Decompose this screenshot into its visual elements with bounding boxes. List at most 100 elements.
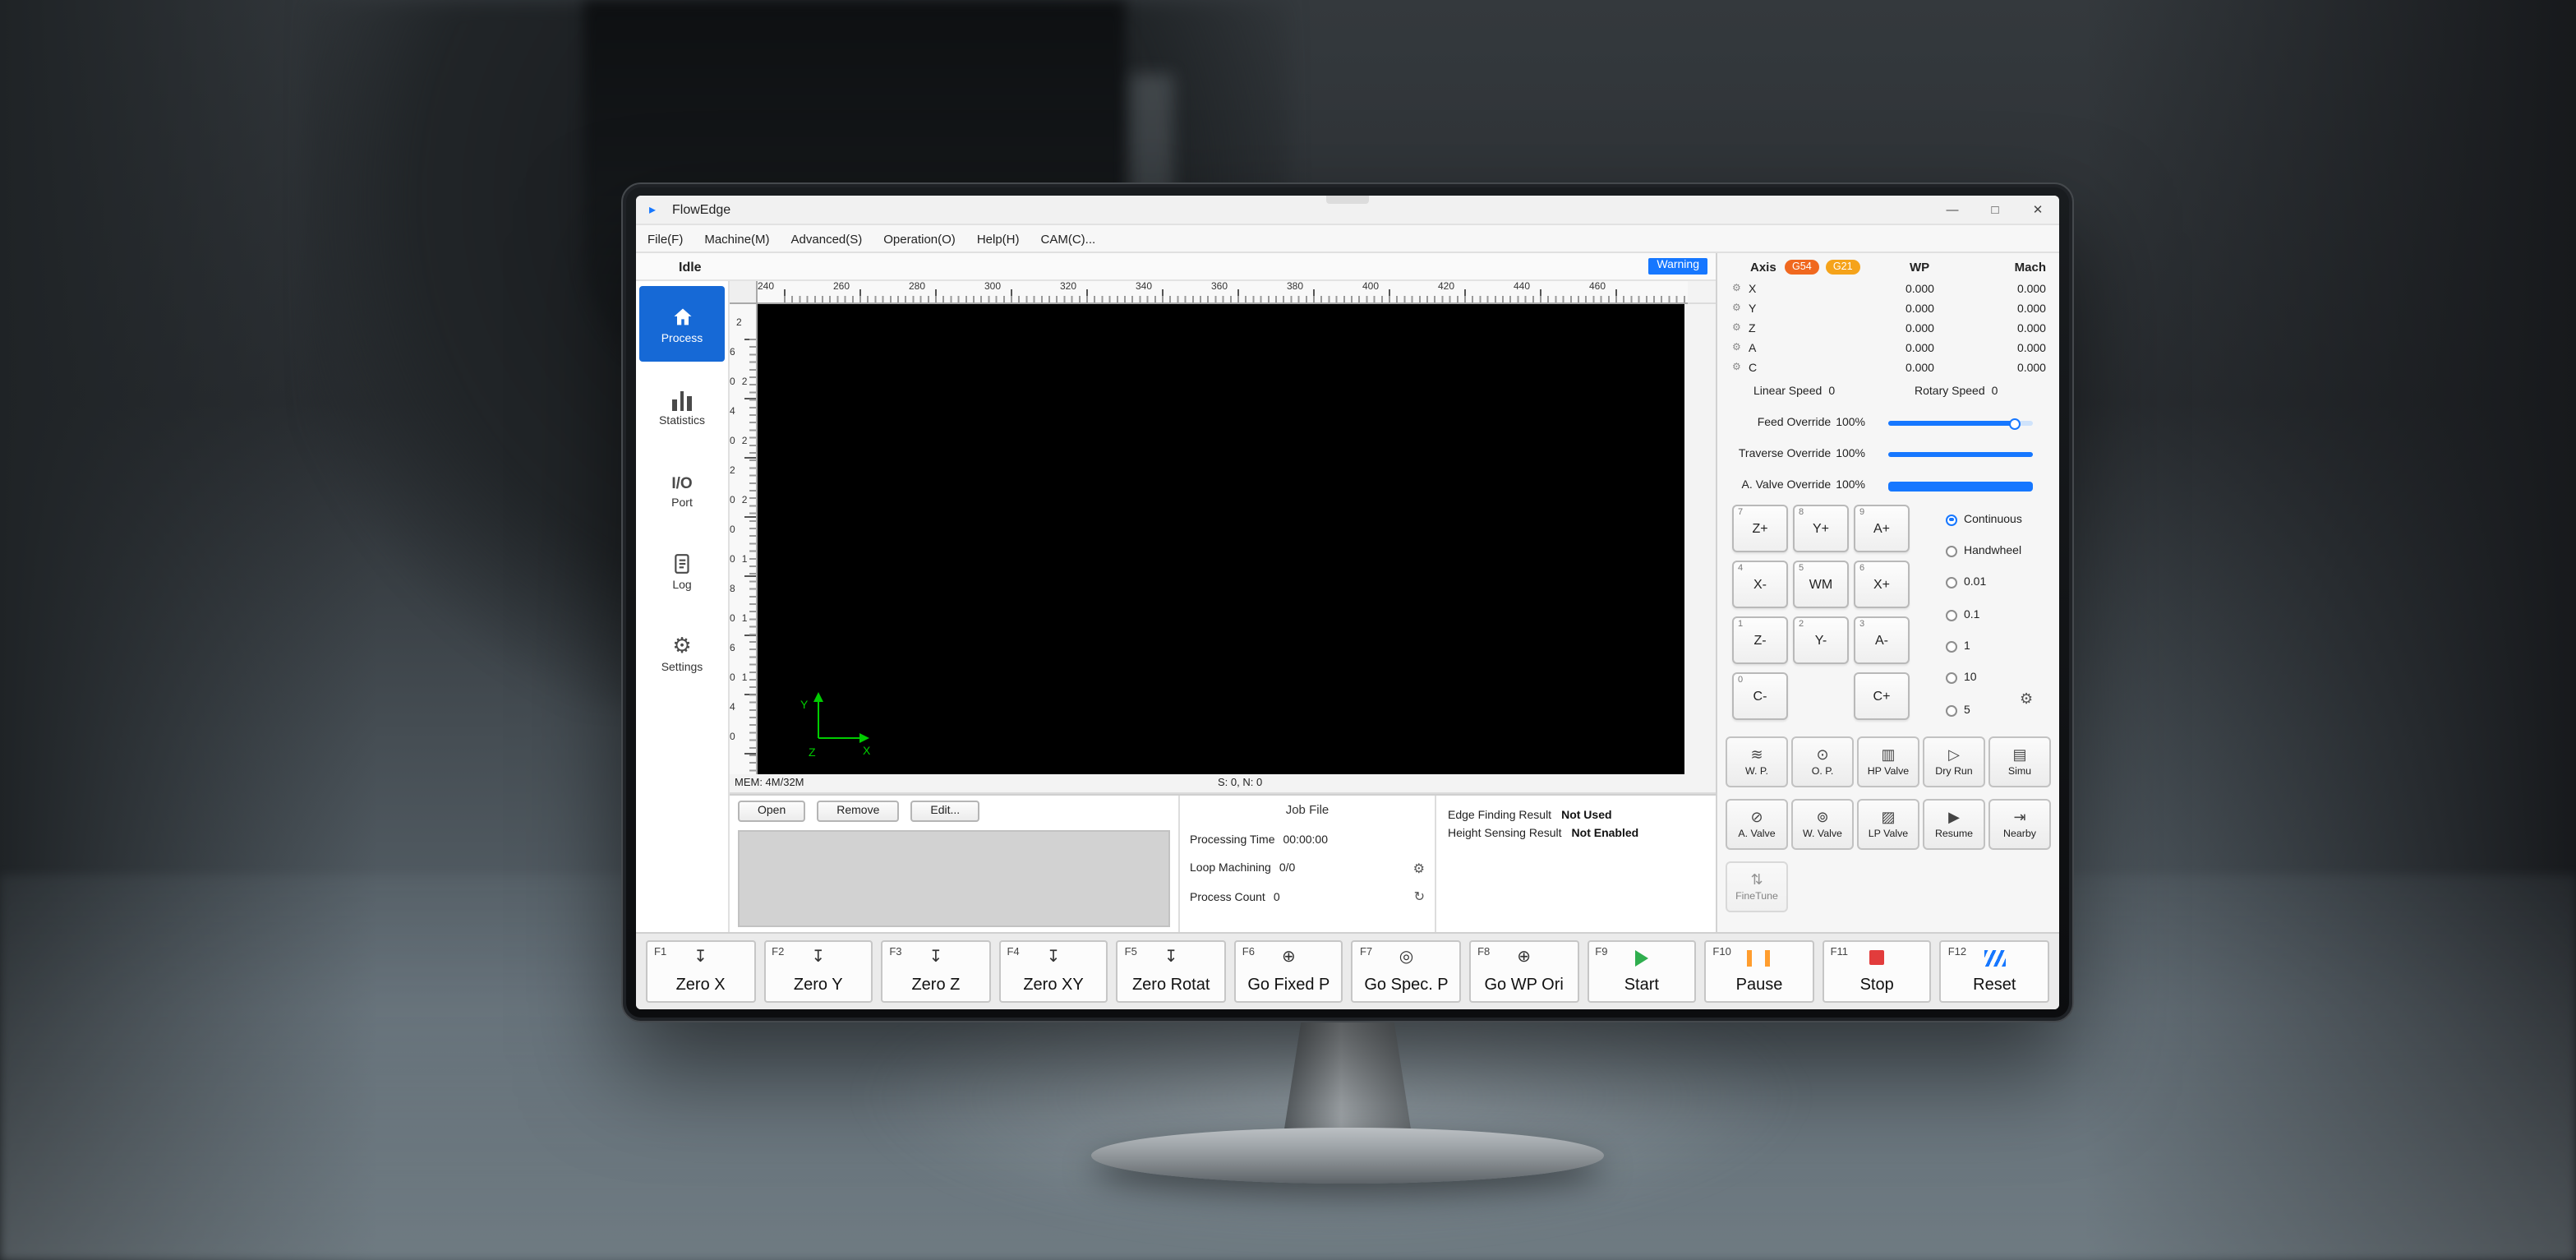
axis-row: ⚙ Y 0.000 0.000: [1717, 299, 2059, 319]
gcode-badge[interactable]: G54: [1785, 259, 1819, 274]
job-row-icon[interactable]: [1414, 891, 1425, 904]
jog-button[interactable]: 0 C-: [1732, 672, 1788, 720]
jog-button[interactable]: 4 X-: [1732, 561, 1788, 608]
menu-item[interactable]: File(F): [647, 231, 683, 246]
control-label: O. P.: [1812, 765, 1834, 777]
control-button[interactable]: ▤ Simu: [1988, 736, 2051, 787]
function-key-button[interactable]: F2 Zero Y: [763, 940, 873, 1003]
close-button[interactable]: ✕: [2016, 196, 2059, 224]
file-button-row: Open Remove Edit...: [738, 801, 1170, 822]
axis-name: A: [1749, 344, 1770, 355]
jog-button[interactable]: 5 WM: [1793, 561, 1849, 608]
step-settings-gear-icon[interactable]: ⚙: [2020, 692, 2033, 707]
radio-icon: [1946, 578, 1957, 589]
machine-state-label: Idle: [679, 260, 702, 275]
menu-item[interactable]: CAM(C)...: [1041, 231, 1096, 246]
function-key-number: F10: [1712, 947, 1730, 958]
jog-mode-option[interactable]: 1: [1946, 635, 2022, 658]
jog-keypad-number: 4: [1738, 564, 1743, 574]
ruler-x-label: 440: [1514, 281, 1589, 302]
control-button[interactable]: ▨ LP Valve: [1857, 799, 1919, 850]
machining-canvas[interactable]: Y Z X: [758, 304, 1684, 774]
job-row-label: Processing Time: [1190, 834, 1275, 846]
warning-badge[interactable]: Warning: [1648, 257, 1707, 274]
file-button[interactable]: Edit...: [910, 801, 979, 822]
jog-mode-option[interactable]: 0.01: [1946, 572, 2022, 595]
job-row-icon[interactable]: [1413, 862, 1425, 875]
jog-mode-option[interactable]: Continuous: [1946, 508, 2022, 531]
axis-row: ⚙ C 0.000 0.000: [1717, 360, 2059, 380]
jog-button[interactable]: 8 Y+: [1793, 505, 1849, 552]
control-button[interactable]: ▷ Dry Run: [1923, 736, 1985, 787]
axis-motor-icon: ⚙: [1732, 284, 1749, 295]
jog-mode-option[interactable]: 10: [1946, 667, 2022, 690]
control-icon: ▥: [1881, 747, 1895, 763]
override-slider[interactable]: [1888, 478, 2033, 493]
jog-mode-option[interactable]: 0.1: [1946, 603, 2022, 626]
control-icon: ⇅: [1750, 872, 1763, 888]
menu-item[interactable]: Advanced(S): [791, 231, 863, 246]
function-key-number: F12: [1948, 947, 1966, 958]
jog-button[interactable]: 3 A-: [1854, 616, 1910, 664]
function-key-button[interactable]: F11 Stop: [1823, 940, 1932, 1003]
jog-button[interactable]: 6 X+: [1854, 561, 1910, 608]
menu-item[interactable]: Help(H): [977, 231, 1020, 246]
override-row: Traverse Override 100%: [1717, 439, 2059, 470]
sidebar-item-process[interactable]: Process: [639, 286, 725, 362]
control-button[interactable]: ⇅ FineTune: [1726, 861, 1788, 912]
menu-item[interactable]: Operation(O): [883, 231, 956, 246]
function-key-button[interactable]: F12 Reset: [1940, 940, 2049, 1003]
jog-button[interactable]: 1 Z-: [1732, 616, 1788, 664]
jog-button[interactable]: 2 Y-: [1793, 616, 1849, 664]
jog-mode-option[interactable]: Handwheel: [1946, 540, 2022, 563]
axis-name: C: [1749, 364, 1770, 376]
gcode-badge[interactable]: G21: [1826, 259, 1860, 274]
function-key-button[interactable]: F7 Go Spec. P: [1352, 940, 1461, 1003]
maximize-button[interactable]: □: [1974, 196, 2016, 224]
control-button[interactable]: ▥ HP Valve: [1857, 736, 1919, 787]
valve-button-row-3: ⇅ FineTune: [1717, 861, 2059, 912]
function-key-button[interactable]: F10 Pause: [1704, 940, 1813, 1003]
control-button[interactable]: ⊘ A. Valve: [1726, 799, 1788, 850]
minimize-button[interactable]: —: [1931, 196, 1974, 224]
function-key-button[interactable]: F4 Zero XY: [998, 940, 1108, 1003]
control-icon: ▶: [1948, 810, 1960, 825]
function-key-label: Zero Y: [765, 976, 871, 995]
sidebar-item-log[interactable]: Log: [639, 533, 725, 608]
horizontal-ruler: 240260280300320340360380400420440460: [758, 281, 1688, 304]
menu-item[interactable]: Machine(M): [704, 231, 769, 246]
file-button[interactable]: Remove: [817, 801, 899, 822]
axis-table: ⚙ X 0.000 0.000 ⚙ Y 0.000 0.000: [1717, 279, 2059, 380]
function-key-button[interactable]: F5 Zero Rotat: [1117, 940, 1226, 1003]
file-list-box[interactable]: [738, 830, 1170, 927]
override-slider[interactable]: [1888, 447, 2033, 462]
control-button[interactable]: ≋ W. P.: [1726, 736, 1788, 787]
function-key-icon: [1869, 948, 1884, 967]
override-slider[interactable]: [1888, 416, 2033, 431]
job-file-title: Job File: [1180, 802, 1435, 824]
function-key-button[interactable]: F9 Start: [1587, 940, 1696, 1003]
monitor-bezel: ▸ FlowEdge — □ ✕ File(F)Machine(M)Advanc…: [621, 182, 2074, 1022]
sidebar-item-port[interactable]: Port: [639, 450, 725, 526]
slider-thumb[interactable]: [2010, 418, 2021, 429]
jog-mode-option[interactable]: 5: [1946, 699, 2022, 722]
function-key-button[interactable]: F6 Go Fixed P: [1234, 940, 1343, 1003]
control-button[interactable]: ⊙ O. P.: [1791, 736, 1854, 787]
gear-icon: [672, 631, 691, 658]
ruler-gap: [1688, 281, 1716, 304]
axis-name: Y: [1749, 304, 1770, 316]
function-key-button[interactable]: F8 Go WP Ori: [1469, 940, 1578, 1003]
function-key-button[interactable]: F1 Zero X: [646, 940, 755, 1003]
control-button[interactable]: ⊚ W. Valve: [1791, 799, 1854, 850]
file-button[interactable]: Open: [738, 801, 805, 822]
sidebar-item-settings[interactable]: Settings: [639, 615, 725, 690]
control-button[interactable]: ▶ Resume: [1923, 799, 1985, 850]
jog-mode-label: Handwheel: [1964, 546, 2021, 557]
jog-button[interactable]: 7 Z+: [1732, 505, 1788, 552]
function-key-button[interactable]: F3 Zero Z: [881, 940, 990, 1003]
control-button[interactable]: ⇥ Nearby: [1988, 799, 2051, 850]
sidebar-item-statistics[interactable]: Statistics: [639, 368, 725, 444]
jog-button[interactable]: 9 A+: [1854, 505, 1910, 552]
jog-button[interactable]: C+: [1854, 672, 1910, 720]
result-row: Height Sensing Result Not Enabled: [1436, 825, 1716, 843]
